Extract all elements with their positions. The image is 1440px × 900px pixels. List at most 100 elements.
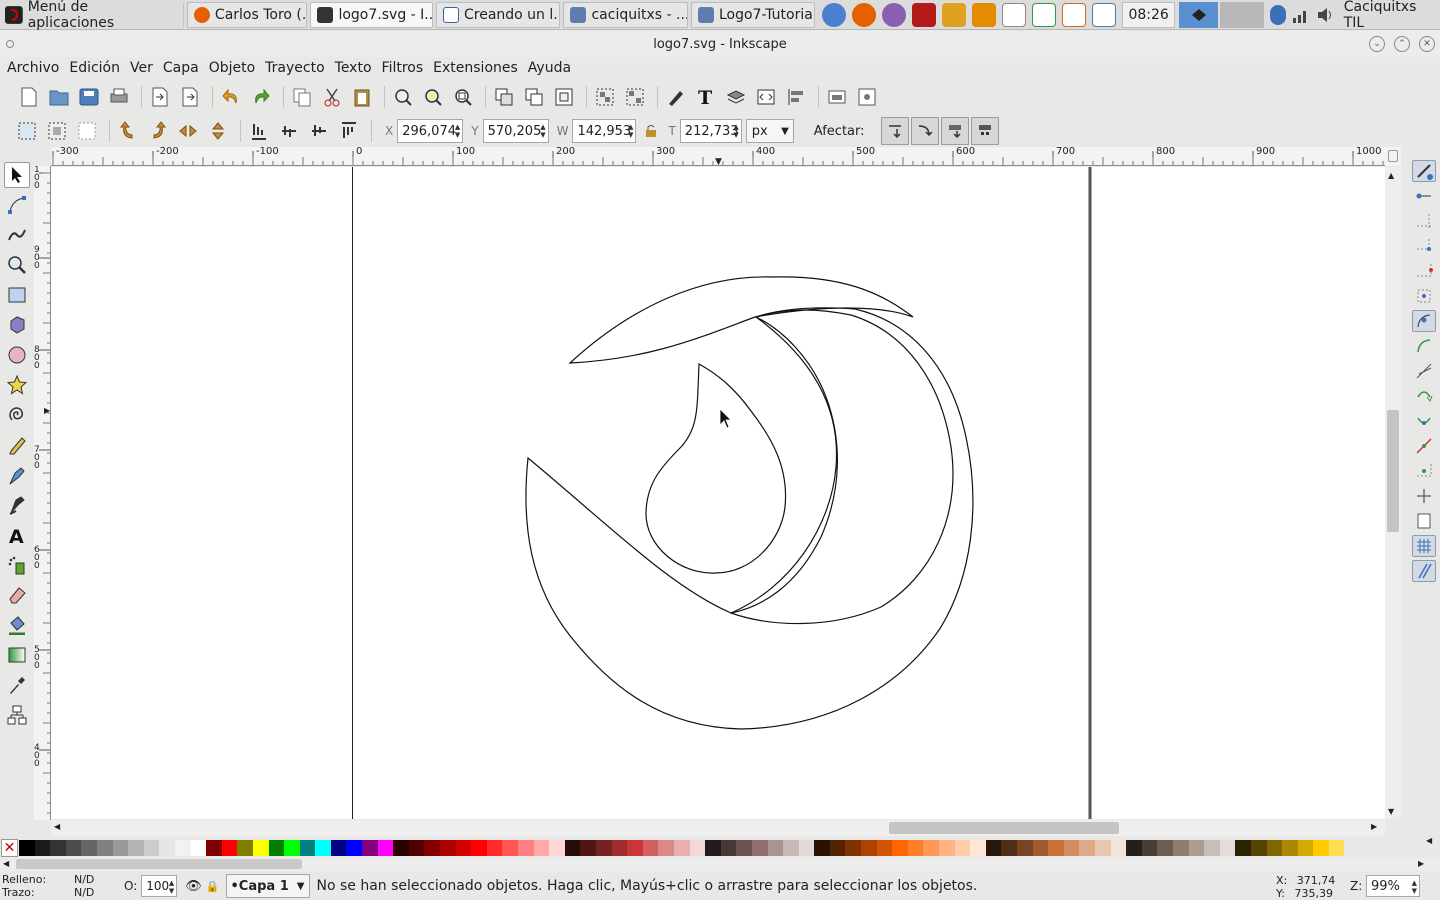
gradient-tool[interactable] — [4, 642, 30, 668]
color-swatch[interactable] — [81, 840, 97, 856]
close-icon[interactable]: ✕ — [1419, 36, 1435, 52]
horizontal-ruler[interactable]: -300 -200 -100 0 100 200 300 400 500 600… — [51, 147, 1385, 166]
color-swatch[interactable] — [143, 840, 160, 856]
task-button-document[interactable]: Creando un l... — [435, 1, 561, 28]
color-swatch[interactable] — [1313, 840, 1329, 856]
y-input[interactable]: 570,205 ▲ ▼ — [482, 119, 549, 143]
color-swatch[interactable] — [1297, 840, 1314, 856]
color-swatch[interactable] — [455, 840, 472, 856]
spin-arrows-icon[interactable]: ▲ ▼ — [540, 123, 545, 139]
zoom-page-button[interactable] — [450, 84, 476, 110]
color-swatch[interactable] — [486, 840, 503, 856]
color-swatch[interactable] — [876, 840, 893, 856]
task-button-folder-caciquitxs[interactable]: caciquitxs - ... — [563, 1, 688, 28]
menu-objeto[interactable]: Objeto — [209, 60, 255, 76]
snap-intersections-button[interactable] — [1412, 360, 1436, 382]
color-swatch[interactable] — [564, 840, 581, 856]
palette-menu-icon[interactable]: ◀ — [1426, 836, 1432, 845]
task-button-folder-logo7[interactable]: Logo7-Tutoria... — [690, 1, 816, 28]
color-swatch[interactable] — [767, 840, 784, 856]
star-tool[interactable] — [4, 372, 30, 398]
node-tool[interactable] — [4, 192, 30, 218]
color-swatch[interactable] — [1282, 840, 1298, 856]
color-swatch[interactable] — [1063, 840, 1080, 856]
scroll-up-icon[interactable]: ▲ — [1388, 171, 1394, 180]
color-swatch[interactable] — [252, 840, 269, 856]
color-swatch[interactable] — [424, 840, 441, 856]
menu-filtros[interactable]: Filtros — [382, 60, 424, 76]
layer-visibility-icon[interactable]: 👁 — [185, 879, 202, 894]
color-swatch[interactable] — [377, 840, 394, 856]
drawing-icon[interactable] — [1092, 2, 1117, 27]
workspace-switcher[interactable] — [1220, 1, 1264, 28]
menu-trayecto[interactable]: Trayecto — [265, 60, 324, 76]
preferences-button[interactable] — [854, 84, 880, 110]
color-swatch[interactable] — [1157, 840, 1173, 856]
color-swatch[interactable] — [861, 840, 877, 856]
color-swatch[interactable] — [985, 840, 1002, 856]
vertical-ruler[interactable]: 100 900 800 700 600 500 400 ▶ — [34, 166, 51, 820]
color-swatch[interactable] — [1204, 840, 1220, 856]
color-swatch[interactable] — [237, 840, 253, 856]
tweak-tool[interactable] — [4, 222, 30, 248]
lower-to-bottom-button[interactable] — [246, 118, 272, 144]
zoom-selection-button[interactable] — [390, 84, 416, 110]
duplicate-button[interactable] — [491, 84, 517, 110]
spray-tool[interactable] — [4, 552, 30, 578]
text-font-button[interactable]: T — [693, 84, 719, 110]
color-swatch[interactable] — [393, 840, 409, 856]
paint-bucket-tool[interactable] — [4, 612, 30, 638]
save-button[interactable] — [76, 84, 102, 110]
color-swatch[interactable] — [1266, 840, 1283, 856]
edit-icon[interactable] — [972, 2, 997, 27]
zoom-input[interactable]: 99% ▲ ▼ — [1366, 875, 1420, 897]
color-swatch[interactable] — [190, 840, 207, 856]
color-swatch[interactable] — [1250, 840, 1267, 856]
chromium-icon[interactable] — [822, 2, 847, 27]
fill-stroke-indicator[interactable]: Relleno: N/D Trazo: N/D — [0, 873, 108, 899]
connector-tool[interactable] — [4, 702, 30, 728]
color-swatch[interactable] — [783, 840, 799, 856]
scale-corners-toggle[interactable] — [910, 117, 939, 145]
raise-to-top-button[interactable] — [336, 118, 362, 144]
menu-extensiones[interactable]: Extensiones — [433, 60, 518, 76]
color-swatch[interactable] — [829, 840, 846, 856]
snap-grid-button[interactable] — [1412, 535, 1436, 557]
color-swatch[interactable] — [1032, 840, 1049, 856]
color-swatch[interactable] — [907, 840, 924, 856]
pidgin-icon[interactable] — [882, 2, 907, 27]
spin-arrows-icon[interactable]: ▲ ▼ — [455, 123, 460, 139]
color-swatch[interactable] — [65, 840, 82, 856]
pen-tool[interactable] — [4, 462, 30, 488]
width-input[interactable]: 142,953 ▲ ▼ — [572, 119, 637, 143]
group-button[interactable] — [592, 84, 618, 110]
color-swatch[interactable] — [221, 840, 238, 856]
snap-bbox-edges-button[interactable] — [1412, 210, 1436, 232]
volume-icon[interactable] — [1316, 6, 1336, 24]
color-swatch[interactable] — [549, 840, 565, 856]
presentation-icon[interactable] — [1062, 2, 1087, 27]
color-swatch[interactable] — [1219, 840, 1236, 856]
snap-bbox-midpoints-button[interactable] — [1412, 260, 1436, 282]
task-button-inkscape[interactable]: logo7.svg - I... — [310, 1, 433, 28]
snap-guides-button[interactable] — [1412, 560, 1436, 582]
flip-horizontal-button[interactable] — [175, 118, 201, 144]
x-input[interactable]: 296,074 ▲ ▼ — [397, 119, 464, 143]
transform-gradients-toggle[interactable] — [940, 117, 969, 145]
color-swatch[interactable] — [689, 840, 706, 856]
terminal-icon[interactable] — [912, 2, 937, 27]
cut-button[interactable] — [319, 84, 345, 110]
selector-tool[interactable] — [4, 162, 30, 188]
palette-scroll-thumb[interactable] — [16, 859, 302, 869]
open-button[interactable] — [46, 84, 72, 110]
snap-rotation-center-button[interactable] — [1412, 485, 1436, 507]
drawing-canvas[interactable] — [51, 167, 1385, 819]
color-swatch[interactable] — [970, 840, 986, 856]
color-swatch[interactable] — [533, 840, 550, 856]
export-button[interactable] — [177, 84, 203, 110]
scroll-down-icon[interactable]: ▼ — [1388, 807, 1394, 816]
bluetooth-icon[interactable] — [1269, 4, 1286, 25]
menu-edicion[interactable]: Edición — [69, 60, 120, 76]
color-swatch[interactable] — [736, 840, 752, 856]
opacity-input[interactable]: 100 ▲ ▼ — [141, 875, 178, 897]
